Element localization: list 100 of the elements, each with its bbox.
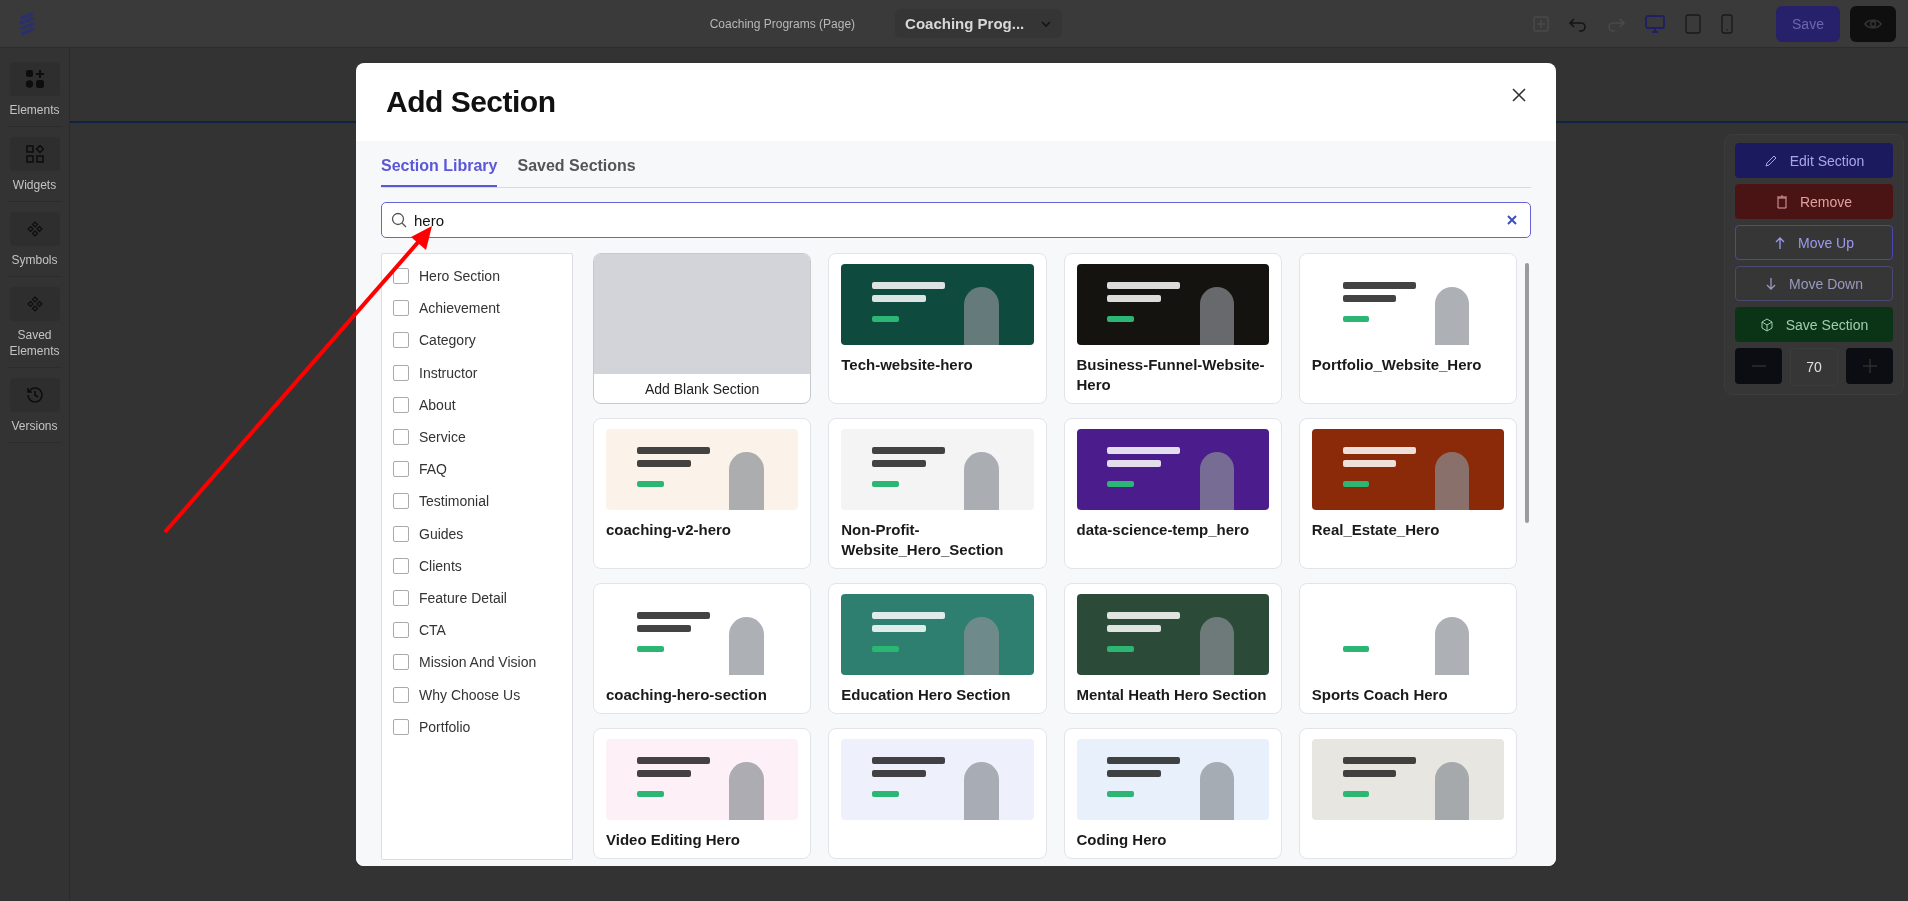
template-card[interactable]: coaching-v2-hero [593,418,812,569]
trash-icon [1775,194,1788,209]
width-value-field[interactable]: 70 [1790,348,1838,386]
section-action-button[interactable]: Remove [1735,184,1893,219]
category-item[interactable]: Achievement [382,292,572,325]
elements-icon [24,69,45,89]
sidebar-label: Elements [9,102,60,118]
template-card[interactable]: Real_Estate_Hero [1298,418,1517,569]
search-field[interactable]: hero [381,202,1531,238]
category-item[interactable]: Feature Detail [382,581,572,615]
category-label: Why Choose Us [419,686,521,703]
template-card[interactable]: Mental Heath Hero Section [1063,583,1282,714]
category-item[interactable]: CTA [382,614,572,647]
template-title: Business-Funnel-Website-Hero [1076,355,1266,395]
template-card[interactable]: coaching-hero-section [593,583,812,714]
section-action-button[interactable]: Save Section [1735,307,1893,342]
checkbox[interactable] [393,718,409,735]
sidebar-button[interactable] [9,287,60,321]
checkbox[interactable] [393,525,409,542]
template-card[interactable]: Coding Hero [1063,728,1282,859]
tablet-icon[interactable] [1684,12,1702,35]
sidebar-button[interactable] [9,378,60,412]
category-item[interactable]: About [382,388,572,421]
checkbox[interactable] [393,686,409,703]
category-label: FAQ [419,461,447,478]
diamonds-icon [26,296,43,312]
checkbox[interactable] [393,654,409,671]
template-card[interactable] [828,728,1047,859]
category-item[interactable]: Why Choose Us [382,678,572,711]
template-card[interactable]: data-science-temp_hero [1063,418,1282,569]
category-item[interactable]: Instructor [382,356,572,389]
checkbox[interactable] [393,622,409,639]
checkbox[interactable] [393,268,409,285]
increase-button[interactable] [1846,348,1893,384]
checkbox[interactable] [393,557,409,574]
sidebar-label: Widgets [12,177,57,193]
checkbox[interactable] [393,300,409,317]
category-label: Category [419,332,476,349]
category-item[interactable]: Hero Section [382,260,572,293]
template-card[interactable]: Tech-website-hero [828,253,1047,404]
checkbox[interactable] [393,332,409,349]
tab[interactable]: Saved Sections [517,147,636,187]
template-title: Tech-website-hero [841,355,974,375]
checkbox[interactable] [393,364,409,381]
category-item[interactable]: Clients [382,549,572,582]
category-label: CTA [419,622,446,639]
category-item[interactable]: Category [382,324,572,357]
template-card[interactable] [1298,728,1517,859]
sidebar-button[interactable] [9,137,60,171]
mobile-icon[interactable] [1720,12,1734,35]
blank-section-card[interactable]: Add Blank Section [593,253,812,404]
preview-button[interactable] [1850,5,1896,42]
page-label: Coaching Programs (Page) [709,16,856,31]
arrow-down-icon [1765,276,1778,291]
category-label: Mission And Vision [419,654,537,671]
category-label: Achievement [419,300,500,317]
tab[interactable]: Section Library [381,147,498,187]
checkbox[interactable] [393,493,409,510]
checkbox[interactable] [393,589,409,606]
sidebar-button[interactable] [9,212,60,246]
category-item[interactable]: Service [382,420,572,454]
dialog-title: Add Section [386,85,556,119]
template-title: Real_Estate_Hero [1311,520,1441,540]
diamonds-icon [26,221,43,237]
template-card[interactable]: Portfolio_Website_Hero [1298,253,1517,404]
template-title: Sports Coach Hero [1311,685,1449,705]
checkbox[interactable] [393,461,409,478]
template-title: Mental Heath Hero Section [1076,685,1268,705]
history-icon [24,385,45,405]
checkbox[interactable] [393,396,409,413]
page-select[interactable]: Coaching Prog... [895,9,1063,38]
category-label: Hero Section [419,268,500,285]
sidebar-label: Versions [11,418,58,434]
template-card[interactable]: Business-Funnel-Website-Hero [1063,253,1282,404]
clear-icon[interactable] [1507,215,1517,225]
category-item[interactable]: Portfolio [382,710,572,743]
section-action-button[interactable]: Edit Section [1735,143,1893,178]
widgets-icon [25,145,44,163]
category-item[interactable]: Mission And Vision [382,646,572,679]
category-item[interactable]: Testimonial [382,485,572,518]
section-action-button[interactable]: Move Down [1735,266,1893,301]
template-title: coaching-v2-hero [606,520,733,540]
section-action-button[interactable]: Move Up [1735,225,1893,260]
close-button[interactable] [1510,86,1528,104]
template-card[interactable]: Education Hero Section [828,583,1047,714]
template-title: Video Editing Hero [606,830,741,850]
template-title: Coding Hero [1076,830,1168,850]
checkbox[interactable] [393,429,409,446]
arrow-up-icon [1774,235,1786,250]
category-label: Portfolio [419,718,471,735]
template-card[interactable]: Non-Profit-Website_Hero_Section [828,418,1047,569]
desktop-icon[interactable] [1644,13,1666,34]
category-label: About [419,396,456,413]
category-item[interactable]: FAQ [382,453,572,486]
category-item[interactable]: Guides [382,517,572,550]
template-card[interactable]: Sports Coach Hero [1298,583,1517,714]
decrease-button[interactable] [1735,348,1782,384]
sidebar-button[interactable] [9,62,60,96]
category-label: Guides [419,525,464,542]
template-card[interactable]: Video Editing Hero [593,728,812,859]
